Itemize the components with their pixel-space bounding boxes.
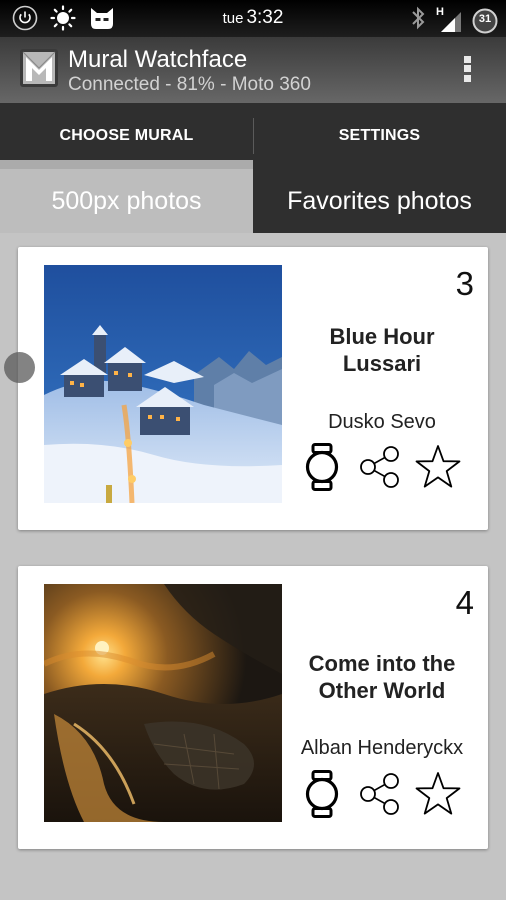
photo-thumbnail[interactable] <box>44 584 282 822</box>
watch-icon[interactable] <box>302 443 350 491</box>
share-icon[interactable] <box>358 770 406 818</box>
star-icon[interactable] <box>414 770 462 818</box>
notification-count-badge: 31 <box>472 8 498 34</box>
photo-actions <box>302 770 468 820</box>
connection-status: Connected - 81% - Moto 360 <box>68 74 311 95</box>
bluetooth-icon <box>410 5 426 36</box>
photo-source-tabs: 500px photos Favorites photos <box>0 169 506 233</box>
status-time: 3:32 <box>246 7 284 28</box>
subtab-favorites-photos[interactable]: Favorites photos <box>253 169 506 233</box>
photo-author: Alban Henderyckx <box>300 737 464 759</box>
watch-icon[interactable] <box>302 770 350 818</box>
photo-title: Blue Hour Lussari <box>329 324 435 376</box>
scroll-handle[interactable] <box>4 352 35 383</box>
photo-card[interactable]: 3 Blue Hour Lussari Dusko Sevo <box>18 247 488 530</box>
star-icon[interactable] <box>414 443 462 491</box>
photo-thumbnail[interactable] <box>44 265 282 503</box>
selected-tab-indicator <box>0 160 253 169</box>
tab-divider <box>253 118 254 154</box>
photo-list[interactable]: 3 Blue Hour Lussari Dusko Sevo 4 Come in… <box>0 233 506 900</box>
photo-actions <box>302 443 468 493</box>
photo-rank: 4 <box>455 584 474 621</box>
photo-card[interactable]: 4 Come into the Other World Alban Hender… <box>18 566 488 849</box>
status-day: tue <box>222 10 244 27</box>
photo-author: Dusko Sevo <box>328 411 436 433</box>
signal-icon: H <box>436 6 462 34</box>
overflow-menu-icon[interactable] <box>455 51 479 87</box>
tab-settings[interactable]: SETTINGS <box>253 103 506 169</box>
app-title: Mural Watchface <box>68 46 248 73</box>
notification-count: 31 <box>478 12 492 25</box>
share-icon[interactable] <box>358 443 406 491</box>
action-bar: Mural Watchface Connected - 81% - Moto 3… <box>0 37 506 103</box>
photo-rank: 3 <box>455 265 474 302</box>
status-bar: tue 3:32 H 31 <box>0 0 506 37</box>
photo-title: Come into the Other World <box>308 651 456 703</box>
mural-logo-icon[interactable] <box>20 49 58 87</box>
subtab-500px-photos[interactable]: 500px photos <box>0 169 253 233</box>
